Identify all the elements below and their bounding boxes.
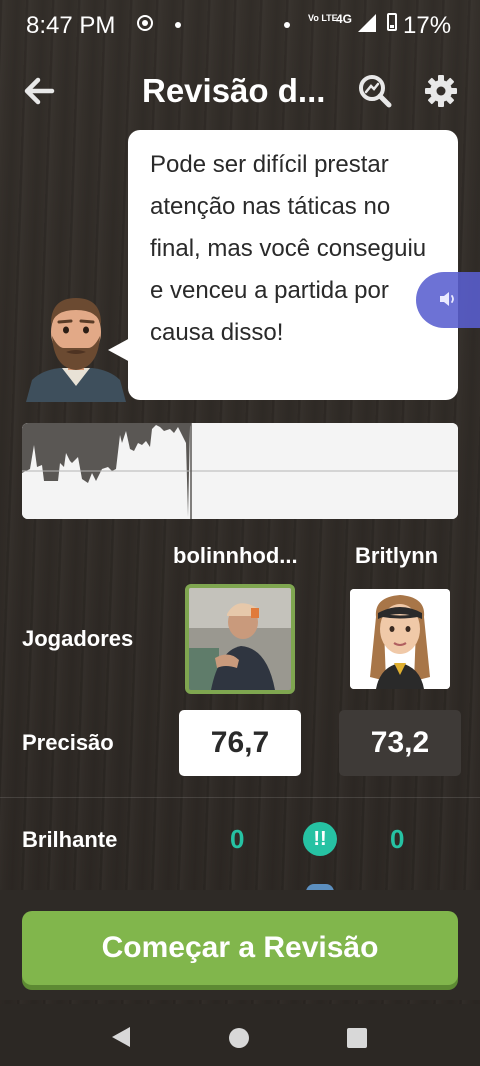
coach-speech-bubble: Pode ser difícil prestar atenção nas tát…	[128, 130, 458, 400]
accuracy-label: Precisão	[22, 730, 114, 755]
audio-button[interactable]	[416, 272, 480, 328]
analysis-magnifier-icon[interactable]	[357, 73, 393, 109]
brilliant-move-icon: !!	[303, 822, 337, 856]
page-title: Revisão d...	[142, 72, 326, 109]
speech-bubble-tail	[108, 338, 130, 362]
screen-record-icon	[137, 15, 153, 31]
player2-picture	[350, 589, 450, 689]
back-arrow-icon[interactable]	[22, 74, 56, 108]
speaker-icon	[440, 292, 454, 306]
brilliant-label: Brilhante	[22, 827, 118, 852]
player1-brilliant-count: 0	[230, 824, 245, 854]
start-review-button[interactable]: Começar a Revisão	[22, 911, 458, 985]
coach-message: Pode ser difícil prestar atenção nas tát…	[150, 151, 427, 346]
evaluation-graph[interactable]	[22, 423, 458, 519]
player2-avatar[interactable]	[350, 589, 450, 689]
nav-recents-icon[interactable]	[347, 1028, 367, 1048]
notification-dot-icon	[175, 22, 181, 28]
section-divider	[0, 797, 480, 798]
status-time: 8:47 PM	[26, 12, 116, 39]
status-bar: 8:47 PM Vo LTE 4G 17%	[0, 0, 480, 52]
nav-home-icon[interactable]	[229, 1028, 249, 1048]
gear-icon[interactable]	[423, 73, 459, 109]
app-header: Revisão d...	[0, 60, 480, 120]
player2-brilliant-count: 0	[390, 824, 405, 854]
notification-dot-icon	[284, 22, 290, 28]
player1-avatar[interactable]	[185, 584, 295, 694]
player2-name: Britlynn	[355, 543, 439, 568]
battery-icon	[387, 13, 397, 31]
player1-name: bolinnhod...	[173, 543, 298, 568]
battery-percent: 17%	[403, 12, 452, 39]
player1-photo	[189, 588, 291, 690]
nav-back-icon[interactable]	[112, 1027, 130, 1047]
player2-accuracy: 73,2	[339, 710, 461, 776]
signal-icon	[358, 14, 376, 32]
volte-indicator: Vo LTE	[308, 13, 338, 23]
network-type: 4G	[336, 12, 353, 26]
player1-accuracy: 76,7	[179, 710, 301, 776]
players-label: Jogadores	[22, 626, 134, 651]
